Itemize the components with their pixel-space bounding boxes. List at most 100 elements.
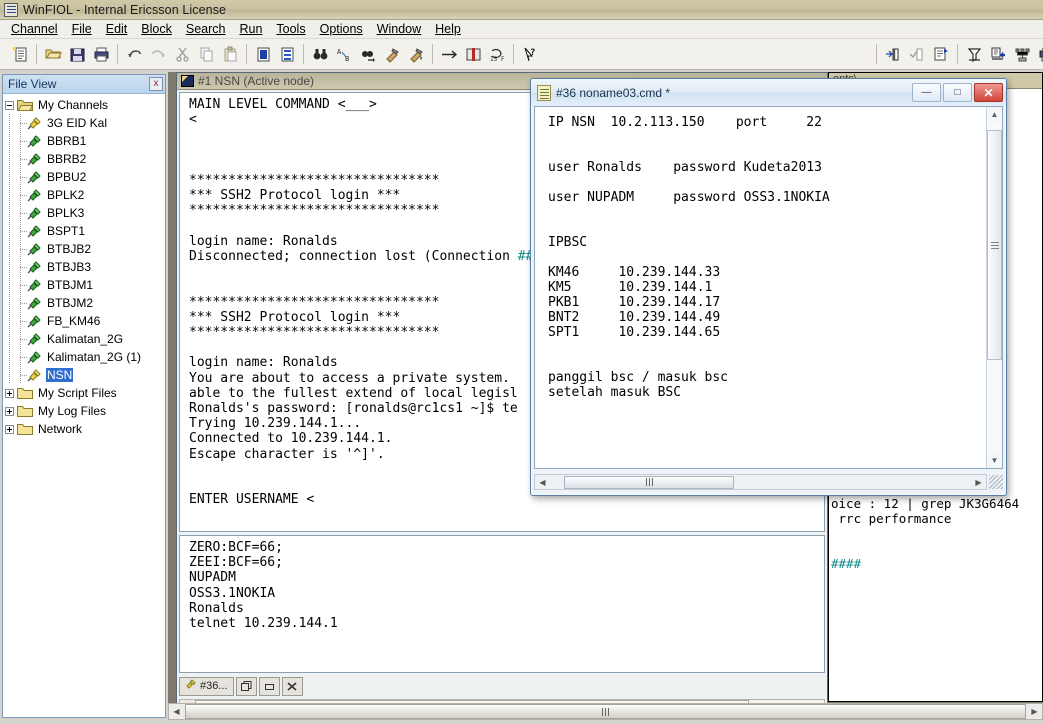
tree-line [5,312,16,330]
copy-icon[interactable] [194,42,218,66]
menu-item-options[interactable]: Options [313,21,370,37]
tree-item-bbrb2[interactable]: BBRB2 [5,150,165,168]
book-icon[interactable] [461,42,485,66]
tree-line [16,222,27,240]
menu-item-edit[interactable]: Edit [99,21,135,37]
tree-item-kalimatan-2g-1[interactable]: Kalimatan_2G (1) [5,348,165,366]
menu-item-channel[interactable]: Channel [4,21,65,37]
tree-line [16,240,27,258]
back-line-7: rrc performance [831,511,951,526]
connect-plus-icon[interactable] [986,42,1010,66]
paste-icon[interactable] [218,42,242,66]
menu-item-run[interactable]: Run [232,21,269,37]
printer-lock-icon[interactable] [1034,42,1043,66]
find-binoculars-icon[interactable] [308,42,332,66]
new-document-icon[interactable] [8,42,32,66]
hammer-alt-icon[interactable] [404,42,428,66]
scroll-thumb[interactable] [185,704,1026,719]
channel-icon [27,206,42,220]
scroll-left-icon[interactable]: ◀ [535,475,550,489]
resize-grip-icon[interactable] [989,475,1003,489]
expander-icon[interactable] [5,425,14,434]
tree-line [16,276,27,294]
insert-column-icon[interactable] [881,42,905,66]
tree-item-bspt1[interactable]: BSPT1 [5,222,165,240]
properties-icon[interactable] [929,42,953,66]
tree-item-kalimatan-2g[interactable]: Kalimatan_2G [5,330,165,348]
page-lines-icon[interactable] [275,42,299,66]
window-titlebar: WinFIOL - Internal Ericsson License [0,0,1043,20]
scroll-right-icon[interactable]: ▶ [1027,705,1042,719]
scroll-down-icon[interactable]: ▼ [987,453,1002,468]
menu-item-help[interactable]: Help [428,21,468,37]
close-button[interactable]: ✕ [974,83,1003,102]
cut-scissors-icon[interactable] [170,42,194,66]
menu-item-tools[interactable]: Tools [269,21,312,37]
print-icon[interactable] [89,42,113,66]
tree-item-bpbu2[interactable]: BPBU2 [5,168,165,186]
close-icon[interactable]: x [149,77,163,91]
cmd-editor-window[interactable]: #36 noname03.cmd * — □ ✕ IP NSN 10.2.113… [530,78,1007,496]
help-pointer-icon[interactable]: ? [518,42,542,66]
tree-item-bplk3[interactable]: BPLK3 [5,204,165,222]
terminal-input-pane[interactable]: ZERO:BCF=66; ZEEI:BCF=66; NUPADM OSS3.1N… [179,535,825,673]
expander-icon[interactable] [5,389,14,398]
menu-label-run: Run [239,22,262,36]
tree-item-network[interactable]: Network [5,420,165,438]
tree-item-fb-km46[interactable]: FB_KM46 [5,312,165,330]
expander-icon[interactable] [5,101,14,110]
undo-icon[interactable] [122,42,146,66]
scroll-left-icon[interactable]: ◀ [169,705,184,719]
maximize-button[interactable]: □ [943,83,972,102]
menu-item-window[interactable]: Window [370,21,428,37]
minimize-button[interactable]: — [912,83,941,102]
menu-item-block[interactable]: Block [134,21,179,37]
restore-icon[interactable] [236,677,257,696]
cmd-window-titlebar[interactable]: #36 noname03.cmd * — □ ✕ [531,79,1006,106]
file-view-header: File View x [3,75,165,94]
filter-icon[interactable] [962,42,986,66]
cmd-window-title: #36 noname03.cmd * [556,86,907,100]
tree-item-nsn[interactable]: NSN [5,366,165,384]
page-blue-icon[interactable] [251,42,275,66]
menu-item-search[interactable]: Search [179,21,233,37]
redo-icon[interactable] [146,42,170,66]
tree-item-bplk2[interactable]: BPLK2 [5,186,165,204]
cmd-editor-text[interactable]: IP NSN 10.2.113.150 port 22 user Ronalds… [535,107,986,468]
cmd-window-body[interactable]: IP NSN 10.2.113.150 port 22 user Ronalds… [534,106,1003,469]
tree-item-3g-eid-kal[interactable]: 3G EID Kal [5,114,165,132]
find-next-icon[interactable] [356,42,380,66]
channel-icon [27,260,42,274]
replace-icon[interactable]: AB [332,42,356,66]
close-icon[interactable] [282,677,303,696]
tree-item-my-channels[interactable]: My Channels [5,96,165,114]
scroll-thumb[interactable] [987,130,1002,360]
scroll-track[interactable] [987,122,1002,453]
tree-item-btbjb2[interactable]: BTBJB2 [5,240,165,258]
tree-item-bbrb1[interactable]: BBRB1 [5,132,165,150]
scroll-up-icon[interactable]: ▲ [987,107,1002,122]
network-icon[interactable] [1010,42,1034,66]
menu-bar: Channel File Edit Block Search Run Tools… [0,20,1043,39]
tab-36[interactable]: #36... [179,677,234,696]
clock-15f-icon[interactable]: 15 F [485,42,509,66]
tree-item-my-script-files[interactable]: My Script Files [5,384,165,402]
column-check-icon[interactable] [905,42,929,66]
tree-line [16,330,27,348]
tree-item-btbjm2[interactable]: BTBJM2 [5,294,165,312]
open-folder-icon[interactable] [41,42,65,66]
save-disk-icon[interactable] [65,42,89,66]
tree-item-btbjb3[interactable]: BTBJB3 [5,258,165,276]
hammer-icon[interactable] [380,42,404,66]
cmd-hscrollbar[interactable]: ◀ ▶ [534,474,987,490]
menu-item-file[interactable]: File [65,21,99,37]
minimize-icon[interactable] [259,677,280,696]
arrow-right-icon[interactable] [437,42,461,66]
tree-item-my-log-files[interactable]: My Log Files [5,402,165,420]
tree-item-btbjm1[interactable]: BTBJM1 [5,276,165,294]
cmd-vscrollbar[interactable]: ▲ ▼ [986,107,1002,468]
scroll-right-icon[interactable]: ▶ [971,475,986,489]
scroll-thumb[interactable] [564,476,734,489]
mdi-hscrollbar[interactable]: ◀ ▶ [168,703,1043,720]
expander-icon[interactable] [5,407,14,416]
